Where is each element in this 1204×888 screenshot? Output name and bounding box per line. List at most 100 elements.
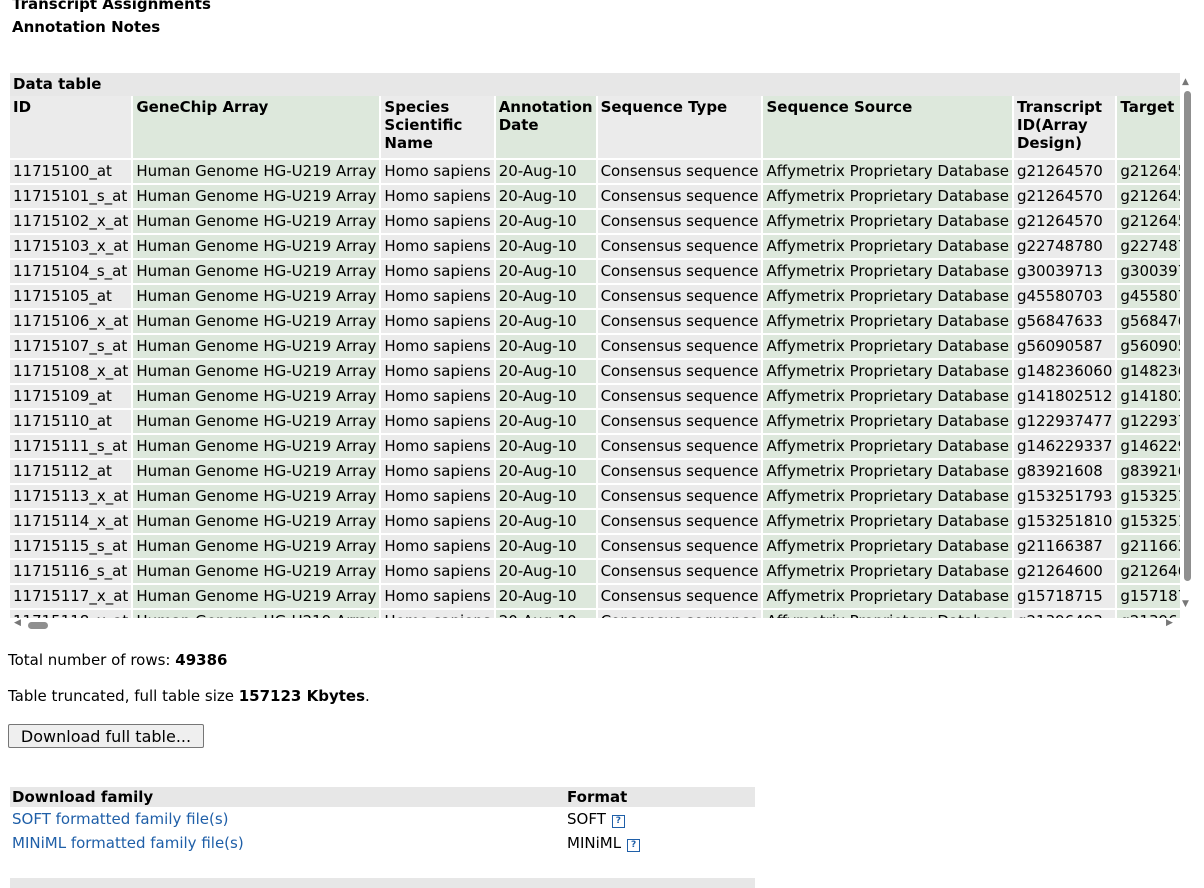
col-header-genechip-array: GeneChip Array xyxy=(133,96,380,158)
cell-target-id: g5609058 xyxy=(1117,335,1180,358)
cell-sequence-source: Affymetrix Proprietary Database xyxy=(763,335,1012,358)
cell-transcript-id: g15718715 xyxy=(1013,585,1116,608)
cell-annotation-date: 20-Aug-10 xyxy=(495,460,596,483)
scroll-up-icon[interactable]: ▲ xyxy=(1182,77,1189,87)
cell-transcript-id: g146229337 xyxy=(1013,435,1116,458)
cell-genechip-array: Human Genome HG-U219 Array xyxy=(133,210,380,233)
cell-transcript-id: g148236060 xyxy=(1013,360,1116,383)
cell-sequence-type: Consensus sequence xyxy=(597,235,762,258)
cell-annotation-date: 20-Aug-10 xyxy=(495,560,596,583)
help-icon[interactable]: ? xyxy=(611,815,625,828)
cell-id: 11715104_s_at xyxy=(10,260,132,283)
cell-sequence-type: Consensus sequence xyxy=(597,485,762,508)
cell-genechip-array: Human Genome HG-U219 Array xyxy=(133,160,380,183)
cell-sequence-source: Affymetrix Proprietary Database xyxy=(763,585,1012,608)
cell-sequence-type: Consensus sequence xyxy=(597,385,762,408)
table-row: 11715114_x_at Human Genome HG-U219 Array H… xyxy=(10,510,1180,533)
table-row: 11715109_at Human Genome HG-U219 Array Hom… xyxy=(10,385,1180,408)
table-truncated-label: Table truncated, full table size xyxy=(8,687,234,705)
table-row: 11715102_x_at Human Genome HG-U219 Array H… xyxy=(10,210,1180,233)
vertical-scrollbar[interactable]: ▲ ▼ xyxy=(1180,73,1194,613)
cell-transcript-id: g56847633 xyxy=(1013,310,1116,333)
total-rows-label: Total number of rows: xyxy=(8,651,171,669)
cell-id: 11715102_x_at xyxy=(10,210,132,233)
cell-sequence-type: Consensus sequence xyxy=(597,410,762,433)
cell-species: Homo sapiens xyxy=(381,610,494,618)
total-rows-value: 49386 xyxy=(175,651,228,669)
scroll-down-icon[interactable]: ▼ xyxy=(1182,599,1189,609)
transcript-assignments-link[interactable]: Transcript Assignments xyxy=(12,0,211,16)
annotation-notes-link[interactable]: Annotation Notes xyxy=(12,16,211,39)
miniml-format-cell: MINiML? xyxy=(567,831,641,855)
cell-genechip-array: Human Genome HG-U219 Array xyxy=(133,360,380,383)
download-full-table-button[interactable]: Download full table... xyxy=(8,724,204,748)
cell-species: Homo sapiens xyxy=(381,535,494,558)
cell-id: 11715106_x_at xyxy=(10,310,132,333)
soft-format-cell: SOFT? xyxy=(567,807,625,831)
cell-id: 11715107_s_at xyxy=(10,335,132,358)
soft-family-file-link[interactable]: SOFT formatted family file(s) xyxy=(12,807,229,831)
cell-id: 11715111_s_at xyxy=(10,435,132,458)
cell-transcript-id: g30039713 xyxy=(1013,260,1116,283)
cell-sequence-type: Consensus sequence xyxy=(597,585,762,608)
table-row: 11715112_at Human Genome HG-U219 Array Hom… xyxy=(10,460,1180,483)
table-row: 11715117_x_at Human Genome HG-U219 Array H… xyxy=(10,585,1180,608)
cell-target-id: g148236 xyxy=(1117,360,1180,383)
cell-target-id: g153251 xyxy=(1117,510,1180,533)
table-row: 11715105_at Human Genome HG-U219 Array Hom… xyxy=(10,285,1180,308)
horizontal-scrollbar[interactable]: ◀ ▶ xyxy=(10,618,1180,632)
miniml-family-file-link[interactable]: MINiML formatted family file(s) xyxy=(12,831,244,855)
cell-sequence-type: Consensus sequence xyxy=(597,310,762,333)
cell-annotation-date: 20-Aug-10 xyxy=(495,210,596,233)
cell-species: Homo sapiens xyxy=(381,560,494,583)
cell-annotation-date: 20-Aug-10 xyxy=(495,335,596,358)
cell-species: Homo sapiens xyxy=(381,585,494,608)
cell-target-id: g2126457 xyxy=(1117,160,1180,183)
cell-id: 11715112_at xyxy=(10,460,132,483)
cell-annotation-date: 20-Aug-10 xyxy=(495,285,596,308)
cell-annotation-date: 20-Aug-10 xyxy=(495,260,596,283)
table-body: 11715100_at Human Genome HG-U219 Array Hom… xyxy=(10,160,1180,618)
cell-sequence-source: Affymetrix Proprietary Database xyxy=(763,160,1012,183)
cell-transcript-id: g21396493 xyxy=(1013,610,1116,618)
cell-id: 11715115_s_at xyxy=(10,535,132,558)
cell-id: 11715117_x_at xyxy=(10,585,132,608)
cell-sequence-type: Consensus sequence xyxy=(597,160,762,183)
cell-sequence-type: Consensus sequence xyxy=(597,610,762,618)
scroll-right-icon[interactable]: ▶ xyxy=(1166,618,1173,628)
vertical-scroll-thumb[interactable] xyxy=(1184,91,1191,581)
cell-species: Homo sapiens xyxy=(381,210,494,233)
cell-id: 11715118_x_at xyxy=(10,610,132,618)
cell-id: 11715116_s_at xyxy=(10,560,132,583)
cell-sequence-source: Affymetrix Proprietary Database xyxy=(763,235,1012,258)
help-icon[interactable]: ? xyxy=(627,839,641,852)
cell-id: 11715103_x_at xyxy=(10,235,132,258)
cell-genechip-array: Human Genome HG-U219 Array xyxy=(133,610,380,618)
col-header-species: Species Scientific Name xyxy=(381,96,494,158)
cell-genechip-array: Human Genome HG-U219 Array xyxy=(133,585,380,608)
cell-id: 11715101_s_at xyxy=(10,185,132,208)
cell-species: Homo sapiens xyxy=(381,510,494,533)
table-row: 11715118_x_atHuman Genome HG-U219 ArrayH… xyxy=(10,610,1180,618)
miniml-format-label: MINiML xyxy=(567,834,622,852)
cell-target-id: g2116638 xyxy=(1117,535,1180,558)
scroll-left-icon[interactable]: ◀ xyxy=(14,618,21,628)
cell-annotation-date: 20-Aug-10 xyxy=(495,160,596,183)
cell-target-id: g146229 xyxy=(1117,435,1180,458)
cell-sequence-type: Consensus sequence xyxy=(597,285,762,308)
cell-sequence-type: Consensus sequence xyxy=(597,335,762,358)
cell-id: 11715114_x_at xyxy=(10,510,132,533)
col-header-transcript-id: Transcript ID(Array Design) xyxy=(1013,96,1116,158)
cell-genechip-array: Human Genome HG-U219 Array xyxy=(133,560,380,583)
cell-sequence-source: Affymetrix Proprietary Database xyxy=(763,435,1012,458)
cell-genechip-array: Human Genome HG-U219 Array xyxy=(133,385,380,408)
download-family-table: Download family Format SOFT formatted fa… xyxy=(10,787,755,855)
cell-species: Homo sapiens xyxy=(381,485,494,508)
cell-target-id: g2274878 xyxy=(1117,235,1180,258)
col-header-sequence-source: Sequence Source xyxy=(763,96,1012,158)
horizontal-scroll-thumb[interactable] xyxy=(28,622,48,629)
cell-annotation-date: 20-Aug-10 xyxy=(495,510,596,533)
data-table-panel: Data table ID GeneChip Array Species Sci… xyxy=(10,73,1180,618)
cell-genechip-array: Human Genome HG-U219 Array xyxy=(133,185,380,208)
cell-sequence-type: Consensus sequence xyxy=(597,510,762,533)
